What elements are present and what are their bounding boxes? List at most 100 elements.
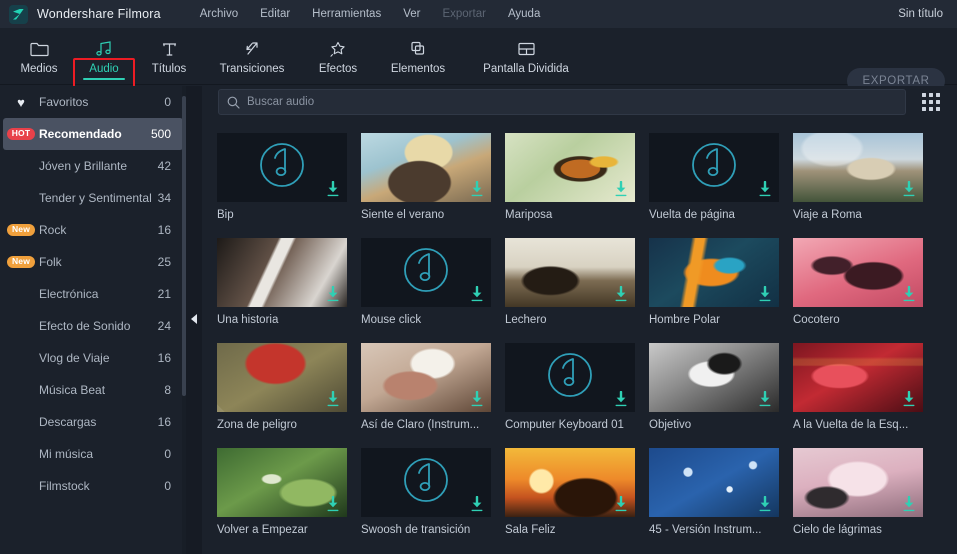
sidebar-item-rock[interactable]: New Rock 16: [3, 214, 183, 246]
category-sidebar[interactable]: ♥ Favoritos 0 HOT Recomendado 500 Jóven …: [0, 86, 186, 554]
menu-herramientas[interactable]: Herramientas: [301, 0, 392, 28]
sidebar-item-label: Electrónica: [39, 287, 99, 301]
audio-card[interactable]: 45 - Versión Instrum...: [649, 448, 779, 536]
audio-card[interactable]: Mouse click: [361, 238, 491, 326]
audio-card[interactable]: Zona de peligro: [217, 343, 347, 431]
audio-card[interactable]: Swoosh de transición: [361, 448, 491, 536]
audio-card[interactable]: Vuelta de página: [649, 133, 779, 221]
sidebar-item-recomendado[interactable]: HOT Recomendado 500: [3, 118, 183, 150]
menu-editar[interactable]: Editar: [249, 0, 301, 28]
audio-card[interactable]: Hombre Polar: [649, 238, 779, 326]
download-icon[interactable]: [614, 495, 628, 512]
audio-card[interactable]: Una historia: [217, 238, 347, 326]
sidebar-item-tender-y-sentimental[interactable]: Tender y Sentimental 34: [3, 182, 183, 214]
collapse-left-arrow-icon[interactable]: [188, 312, 199, 326]
sidebar-item-mi-musica[interactable]: Mi música 0: [3, 438, 183, 470]
audio-thumbnail[interactable]: [505, 448, 635, 517]
audio-thumbnail[interactable]: [793, 133, 923, 202]
sidebar-item-count: 25: [157, 255, 171, 269]
sidebar-item-electronica[interactable]: Electrónica 21: [3, 278, 183, 310]
tab-pantalla-dividida[interactable]: Pantalla Dividida: [468, 28, 584, 85]
menu-archivo[interactable]: Archivo: [189, 0, 249, 28]
search-input[interactable]: [247, 96, 847, 108]
tab-medios[interactable]: Medios: [8, 28, 70, 85]
audio-card[interactable]: Mariposa: [505, 133, 635, 221]
download-icon[interactable]: [614, 390, 628, 407]
filmora-window: Wondershare Filmora Archivo Editar Herra…: [0, 0, 957, 554]
audio-card-label: Objetivo: [649, 419, 692, 431]
audio-thumbnail[interactable]: [361, 133, 491, 202]
audio-thumbnail[interactable]: [505, 343, 635, 412]
sidebar-item-label: Mi música: [39, 447, 94, 461]
audio-thumbnail[interactable]: [217, 238, 347, 307]
download-icon[interactable]: [470, 285, 484, 302]
audio-card[interactable]: Viaje a Roma: [793, 133, 923, 221]
audio-thumbnail[interactable]: [505, 238, 635, 307]
audio-thumbnail[interactable]: [793, 343, 923, 412]
sidebar-item-descargas[interactable]: Descargas 16: [3, 406, 183, 438]
download-icon[interactable]: [326, 495, 340, 512]
sidebar-item-vlog-de-viaje[interactable]: Vlog de Viaje 16: [3, 342, 183, 374]
tab-audio[interactable]: Audio: [74, 28, 134, 85]
audio-thumbnail[interactable]: [649, 343, 779, 412]
audio-card[interactable]: Lechero: [505, 238, 635, 326]
download-icon[interactable]: [470, 495, 484, 512]
download-icon[interactable]: [902, 495, 916, 512]
tab-transiciones-label: Transiciones: [219, 63, 285, 75]
audio-card[interactable]: Bip: [217, 133, 347, 221]
download-icon[interactable]: [470, 180, 484, 197]
tab-efectos[interactable]: Efectos: [304, 28, 372, 85]
grid-view-icon[interactable]: [920, 91, 942, 113]
tab-titulos[interactable]: Títulos: [140, 28, 198, 85]
sidebar-item-favoritos[interactable]: ♥ Favoritos 0: [3, 86, 183, 118]
sidebar-item-efecto-de-sonido[interactable]: Efecto de Sonido 24: [3, 310, 183, 342]
sidebar-item-musica-beat[interactable]: Música Beat 8: [3, 374, 183, 406]
audio-thumbnail[interactable]: [217, 448, 347, 517]
download-icon[interactable]: [758, 390, 772, 407]
sidebar-item-filmstock[interactable]: Filmstock 0: [3, 470, 183, 502]
audio-thumbnail[interactable]: [361, 238, 491, 307]
download-icon[interactable]: [326, 285, 340, 302]
audio-card[interactable]: Objetivo: [649, 343, 779, 431]
audio-card[interactable]: Computer Keyboard 01: [505, 343, 635, 431]
audio-card[interactable]: Cielo de lágrimas: [793, 448, 923, 536]
menu-ver[interactable]: Ver: [392, 0, 431, 28]
audio-card[interactable]: Volver a Empezar: [217, 448, 347, 536]
menu-ayuda[interactable]: Ayuda: [497, 0, 551, 28]
download-icon[interactable]: [470, 390, 484, 407]
audio-thumbnail[interactable]: [505, 133, 635, 202]
download-icon[interactable]: [902, 390, 916, 407]
download-icon[interactable]: [758, 285, 772, 302]
download-icon[interactable]: [326, 390, 340, 407]
audio-card[interactable]: A la Vuelta de la Esq...: [793, 343, 923, 431]
sidebar-item-folk[interactable]: New Folk 25: [3, 246, 183, 278]
download-icon[interactable]: [758, 180, 772, 197]
tab-elementos[interactable]: Elementos: [378, 28, 458, 85]
download-icon[interactable]: [758, 495, 772, 512]
tab-transiciones[interactable]: Transiciones: [204, 28, 300, 85]
download-icon[interactable]: [902, 285, 916, 302]
download-icon[interactable]: [326, 180, 340, 197]
audio-thumbnail[interactable]: [361, 343, 491, 412]
split-screen-icon: [517, 38, 536, 59]
audio-thumbnail[interactable]: [217, 133, 347, 202]
audio-thumbnail[interactable]: [649, 448, 779, 517]
audio-thumbnail[interactable]: [649, 238, 779, 307]
audio-card[interactable]: Así de Claro (Instrum...: [361, 343, 491, 431]
audio-card[interactable]: Cocotero: [793, 238, 923, 326]
audio-thumbnail[interactable]: [793, 238, 923, 307]
sidebar-item-count: 16: [157, 415, 171, 429]
search-box[interactable]: [218, 89, 906, 115]
audio-thumbnail[interactable]: [793, 448, 923, 517]
sidebar-item-joven-y-brillante[interactable]: Jóven y Brillante 42: [3, 150, 183, 182]
audio-card[interactable]: Sala Feliz: [505, 448, 635, 536]
audio-card[interactable]: Siente el verano: [361, 133, 491, 221]
download-icon[interactable]: [614, 180, 628, 197]
download-icon[interactable]: [614, 285, 628, 302]
layered-squares-icon: [409, 38, 427, 59]
audio-card-label: 45 - Versión Instrum...: [649, 524, 762, 536]
audio-thumbnail[interactable]: [217, 343, 347, 412]
download-icon[interactable]: [902, 180, 916, 197]
audio-thumbnail[interactable]: [649, 133, 779, 202]
audio-thumbnail[interactable]: [361, 448, 491, 517]
